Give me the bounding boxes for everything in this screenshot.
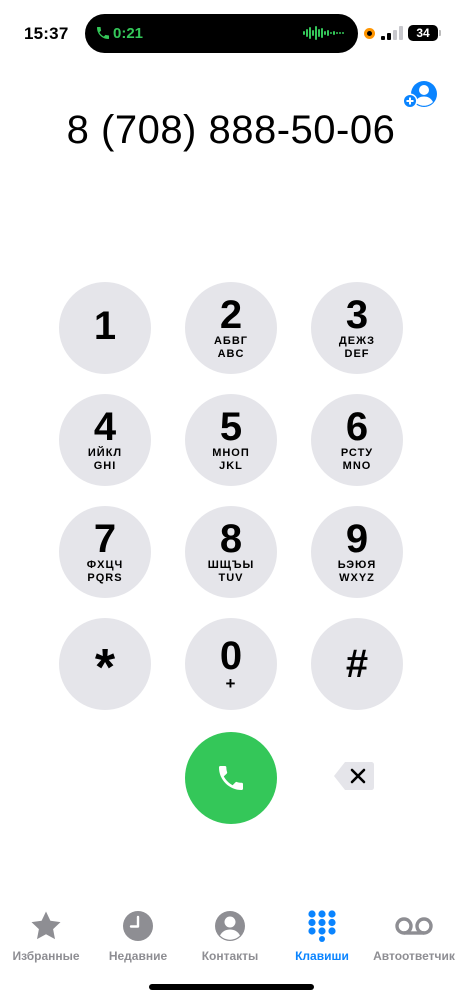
- key-digit: 7: [93, 517, 117, 561]
- keypad-icon: [308, 910, 336, 942]
- key-letters-ru: ФХЦЧ: [86, 559, 124, 571]
- key-2[interactable]: 2 АБВГ ABC: [185, 282, 277, 374]
- key-digit: 0: [219, 634, 243, 678]
- key-letters-en: TUV: [218, 572, 244, 584]
- key-0[interactable]: 0 +: [185, 618, 277, 710]
- tab-bar: Избранные Недавние Контакты Клавиши Авто…: [0, 905, 462, 965]
- key-letters-en: JKL: [219, 460, 243, 472]
- call-button[interactable]: [185, 732, 277, 824]
- key-6[interactable]: 6 РСТУ MNO: [311, 394, 403, 486]
- key-hash[interactable]: #: [311, 618, 403, 710]
- phone-icon: [219, 766, 243, 790]
- key-8[interactable]: 8 ШЩЪЫ TUV: [185, 506, 277, 598]
- tab-recents[interactable]: Недавние: [92, 905, 184, 963]
- key-letters-en: GHI: [93, 460, 117, 472]
- phone-icon: [97, 27, 109, 39]
- key-letters-ru: МНОП: [212, 447, 250, 459]
- key-4[interactable]: 4 ИЙКЛ GHI: [59, 394, 151, 486]
- key-digit: #: [345, 642, 369, 686]
- key-5[interactable]: 5 МНОП JKL: [185, 394, 277, 486]
- key-digit: 8: [219, 517, 243, 561]
- key-7[interactable]: 7 ФХЦЧ PQRS: [59, 506, 151, 598]
- key-digit: *: [94, 639, 116, 697]
- key-letters-en: PQRS: [87, 572, 123, 584]
- tab-label: Клавиши: [295, 949, 349, 963]
- key-letters-ru: ИЙКЛ: [87, 447, 123, 459]
- delete-backspace-icon[interactable]: [333, 760, 375, 792]
- key-letters-ru: ДЕЖЗ: [338, 335, 376, 347]
- key-digit: 1: [93, 304, 117, 348]
- voicemail-icon: [395, 917, 433, 935]
- status-time: 15:37: [24, 24, 69, 43]
- star-icon: [31, 911, 61, 940]
- key-9[interactable]: 9 ЬЭЮЯ WXYZ: [311, 506, 403, 598]
- key-digit: 5: [219, 405, 243, 449]
- key-letters-en: DEF: [344, 348, 370, 360]
- key-3[interactable]: 3 ДЕЖЗ DEF: [311, 282, 403, 374]
- battery-icon: 34: [408, 25, 441, 41]
- key-letters-plus: +: [225, 674, 237, 693]
- dialed-number: 8 (708) 888-50-06: [66, 108, 396, 152]
- dynamic-island-call[interactable]: 0:21: [85, 14, 358, 53]
- add-contact-icon[interactable]: [402, 80, 438, 110]
- audio-wave-icon: [303, 26, 344, 40]
- key-letters-ru: ЬЭЮЯ: [337, 559, 377, 571]
- home-indicator[interactable]: [149, 984, 314, 990]
- tab-label: Автоответчик: [373, 949, 455, 963]
- recording-indicator-icon: [364, 28, 375, 39]
- tab-label: Недавние: [108, 949, 168, 963]
- person-icon: [215, 911, 245, 941]
- key-star[interactable]: *: [59, 618, 151, 710]
- key-letters-en: WXYZ: [339, 572, 375, 584]
- key-digit: 2: [219, 293, 243, 337]
- call-timer: 0:21: [113, 25, 144, 42]
- key-letters-ru: ШЩЪЫ: [207, 559, 255, 571]
- key-letters-ru: АБВГ: [213, 335, 249, 347]
- tab-favorites[interactable]: Избранные: [0, 905, 92, 963]
- key-digit: 9: [345, 517, 369, 561]
- key-digit: 3: [345, 293, 369, 337]
- key-digit: 4: [93, 405, 117, 449]
- tab-label: Контакты: [201, 949, 259, 963]
- tab-keypad[interactable]: Клавиши: [276, 905, 368, 963]
- key-letters-en: MNO: [342, 460, 372, 472]
- tab-voicemail[interactable]: Автоответчик: [368, 905, 460, 963]
- tab-label: Избранные: [12, 949, 80, 963]
- clock-icon: [123, 911, 153, 941]
- key-1[interactable]: 1: [59, 282, 151, 374]
- tab-contacts[interactable]: Контакты: [184, 905, 276, 963]
- key-digit: 6: [345, 405, 369, 449]
- key-letters-ru: РСТУ: [340, 447, 374, 459]
- cellular-signal-icon: [381, 26, 403, 40]
- key-letters-en: ABC: [217, 348, 245, 360]
